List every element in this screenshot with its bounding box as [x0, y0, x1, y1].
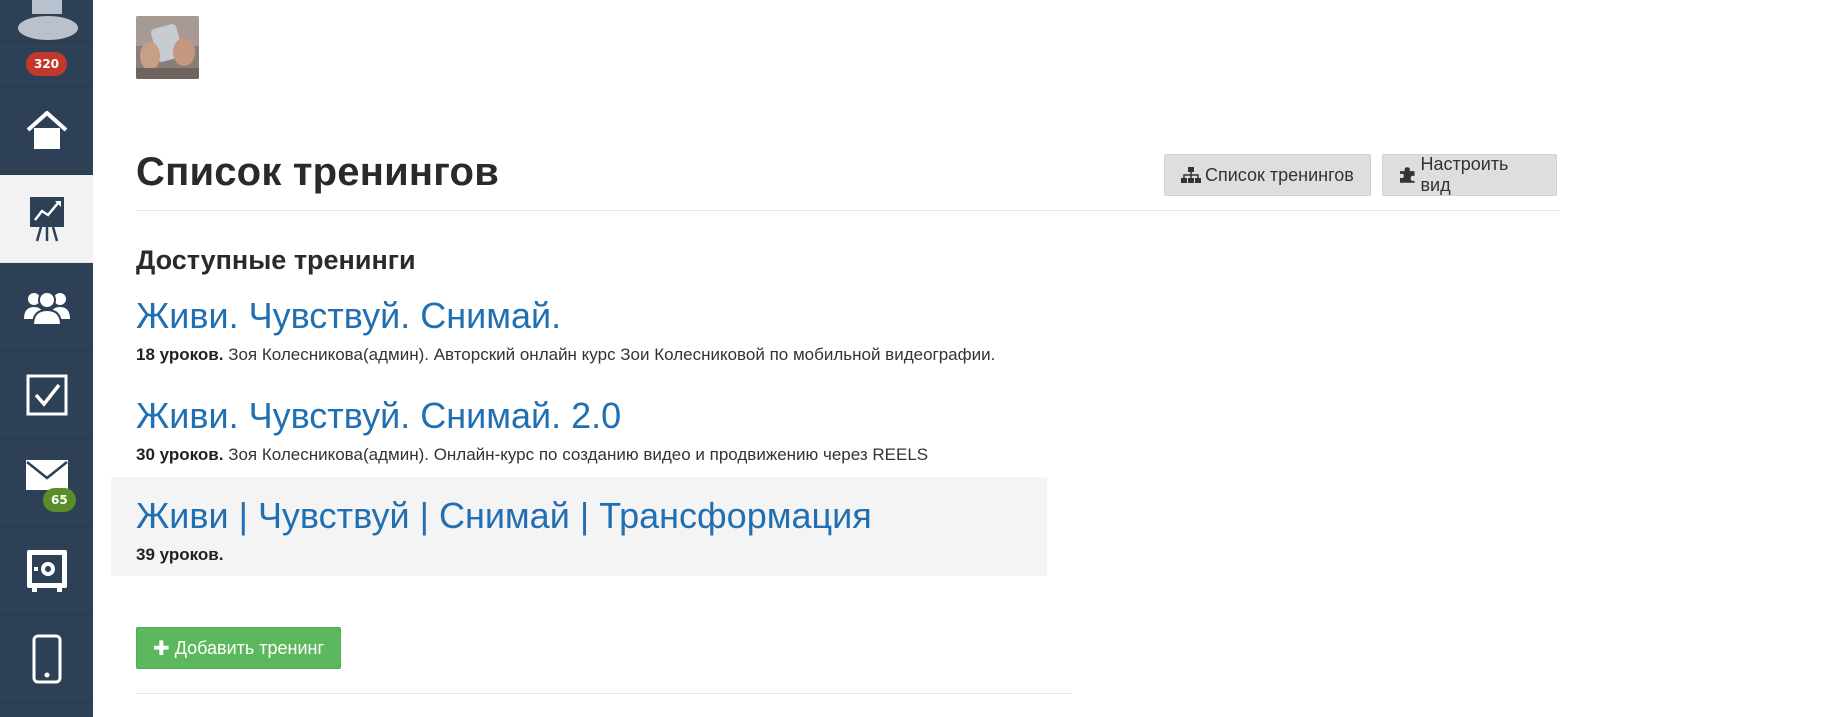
- sidebar-item-safe[interactable]: [0, 527, 93, 615]
- training-lessons-count: 18 уроков.: [136, 345, 224, 364]
- training-description: 30 уроков. Зоя Колесникова(админ). Онлай…: [136, 445, 1047, 465]
- sitemap-icon: [1181, 167, 1201, 183]
- training-lessons-count: 39 уроков.: [136, 545, 224, 564]
- home-icon: [26, 110, 67, 149]
- plus-icon: ✚: [152, 637, 170, 660]
- add-training-button[interactable]: ✚ Добавить тренинг: [136, 627, 341, 669]
- notifications-badge-row[interactable]: 320: [0, 42, 93, 87]
- safe-icon: [26, 549, 67, 592]
- training-title-link[interactable]: Живи | Чувствуй | Снимай | Трансформация: [136, 495, 1047, 537]
- available-trainings-heading: Доступные тренинги: [136, 245, 416, 275]
- customize-view-button-label: Настроить вид: [1420, 154, 1509, 195]
- sidebar-item-mobile[interactable]: [0, 615, 93, 703]
- sidebar-item-trainings[interactable]: [0, 175, 93, 263]
- sidebar-item-tasks[interactable]: [0, 351, 93, 439]
- mobile-icon: [32, 634, 61, 683]
- puzzle-icon: [1399, 167, 1415, 183]
- training-lessons-count: 30 уроков.: [136, 445, 224, 464]
- training-item: Живи. Чувствуй. Снимай. 2.0 30 уроков. З…: [111, 395, 1047, 482]
- notifications-badge: 320: [25, 52, 68, 76]
- tasks-checkbox-icon: [26, 374, 67, 415]
- add-training-button-label: Добавить тренинг: [174, 637, 325, 658]
- bottom-divider: [136, 693, 1071, 694]
- training-description-text: Зоя Колесникова(админ). Авторский онлайн…: [223, 345, 996, 364]
- training-list-button-label: Список тренингов: [1205, 164, 1354, 185]
- mail-unread-badge: 65: [43, 488, 76, 512]
- training-description: 18 уроков. Зоя Колесникова(админ). Автор…: [136, 345, 1047, 365]
- trainings-chart-icon: [29, 196, 64, 241]
- sidebar-item-users[interactable]: [0, 263, 93, 351]
- training-description: 39 уроков.: [136, 545, 1047, 565]
- training-title-link[interactable]: Живи. Чувствуй. Снимай. 2.0: [136, 395, 1047, 437]
- sidebar-item-mail[interactable]: [0, 439, 93, 527]
- training-list-button[interactable]: Список тренингов: [1164, 154, 1371, 196]
- customize-view-button[interactable]: Настроить вид: [1382, 154, 1557, 196]
- training-description-text: Зоя Колесникова(админ). Онлайн-курс по с…: [223, 445, 929, 464]
- users-icon: [23, 290, 70, 326]
- sidebar-item-home[interactable]: [0, 87, 93, 175]
- header-divider: [136, 210, 1560, 211]
- training-item: Живи | Чувствуй | Снимай | Трансформация…: [111, 477, 1047, 576]
- training-title-link[interactable]: Живи. Чувствуй. Снимай.: [136, 295, 1047, 337]
- page-title: Список тренингов: [136, 150, 499, 194]
- sidebar: 320 65: [0, 0, 93, 717]
- training-item: Живи. Чувствуй. Снимай. 18 уроков. Зоя К…: [111, 295, 1047, 382]
- profile-avatar[interactable]: [0, 0, 93, 42]
- user-photo-thumbnail[interactable]: [136, 16, 199, 79]
